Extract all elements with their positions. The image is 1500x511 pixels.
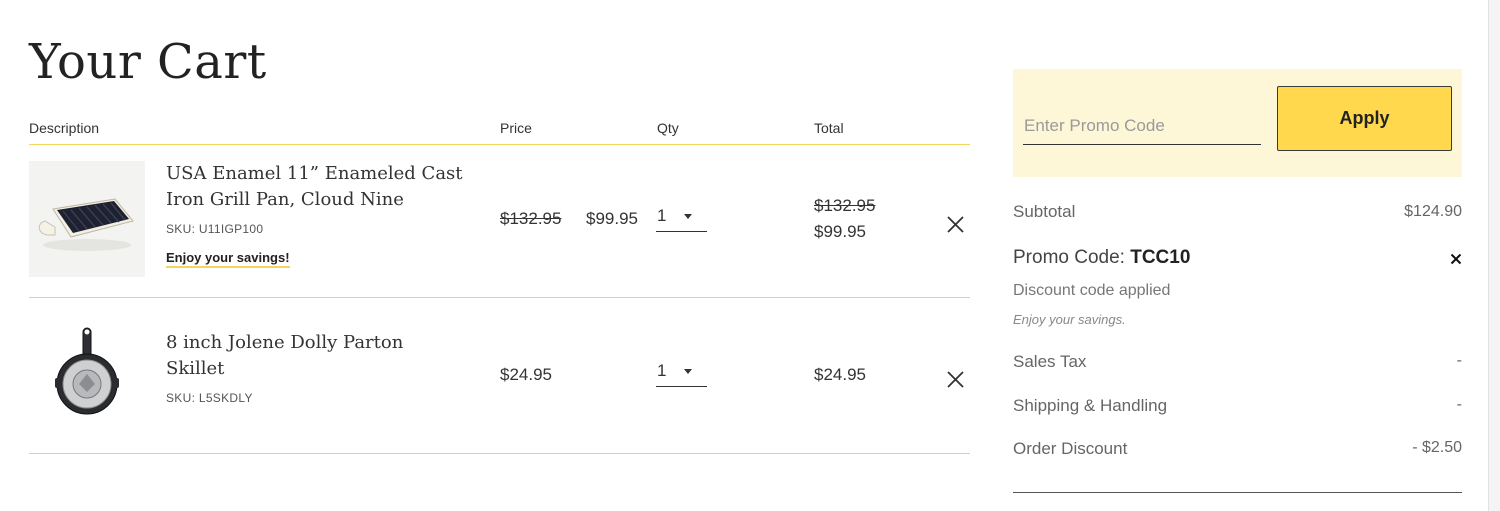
row-divider: [29, 297, 970, 298]
promo-code-panel: Apply: [1013, 69, 1462, 177]
remove-item-button[interactable]: [946, 370, 965, 389]
order-discount-value: - $2.50: [1412, 439, 1462, 456]
quantity-value: 1: [657, 206, 667, 225]
discount-applied-text: Discount code applied: [1013, 282, 1171, 299]
shipping-value: -: [1456, 396, 1462, 413]
close-icon: [947, 216, 964, 233]
column-header-total: Total: [814, 120, 844, 136]
sale-price: $99.95: [586, 209, 638, 228]
item-name[interactable]: USA Enamel 11” Enameled Cast Iron Grill …: [166, 161, 466, 213]
quantity-select[interactable]: 1: [656, 361, 707, 387]
original-price: $132.95: [500, 209, 562, 228]
subtotal-value: $124.90: [1404, 203, 1462, 220]
column-header-price: Price: [500, 120, 532, 136]
discount-savings-text: Enjoy your savings.: [1013, 312, 1126, 327]
close-icon: [1450, 253, 1462, 265]
line-total: $24.95: [814, 365, 866, 384]
promo-code-value: TCC10: [1130, 247, 1191, 268]
promo-code-input[interactable]: [1023, 108, 1261, 145]
original-total: $132.95: [814, 196, 876, 215]
scrollbar[interactable]: [1488, 0, 1500, 511]
close-icon: [947, 371, 964, 388]
line-total: $99.95: [814, 222, 866, 241]
summary-divider: [1013, 492, 1462, 493]
shipping-label: Shipping & Handling: [1013, 396, 1168, 415]
page-title: Your Cart: [29, 34, 267, 90]
item-sku: SKU: U11IGP100: [166, 222, 264, 236]
skillet-image[interactable]: [29, 318, 145, 434]
remove-promo-button[interactable]: [1450, 252, 1462, 265]
column-header-qty: Qty: [657, 120, 679, 136]
sales-tax-value: -: [1456, 352, 1462, 369]
promo-code-label: Promo Code:: [1013, 247, 1125, 268]
grill-pan-image[interactable]: [29, 161, 145, 277]
quantity-value: 1: [657, 361, 667, 380]
row-divider: [29, 453, 970, 454]
apply-promo-button[interactable]: Apply: [1277, 86, 1452, 151]
item-price: $24.95: [500, 365, 552, 384]
chevron-down-icon: [684, 214, 692, 219]
column-header-description: Description: [29, 120, 100, 136]
order-discount-label: Order Discount: [1013, 439, 1128, 458]
subtotal-label: Subtotal: [1013, 202, 1076, 221]
quantity-select[interactable]: 1: [656, 206, 707, 232]
remove-item-button[interactable]: [946, 215, 965, 234]
item-name[interactable]: 8 inch Jolene Dolly Parton Skillet: [166, 330, 466, 382]
item-sku: SKU: L5SKDLY: [166, 391, 253, 405]
savings-link[interactable]: Enjoy your savings!: [166, 250, 290, 268]
applied-promo-code: Promo Code: TCC10: [1013, 247, 1190, 269]
chevron-down-icon: [684, 369, 692, 374]
header-divider: [29, 144, 970, 145]
sales-tax-label: Sales Tax: [1013, 352, 1087, 371]
